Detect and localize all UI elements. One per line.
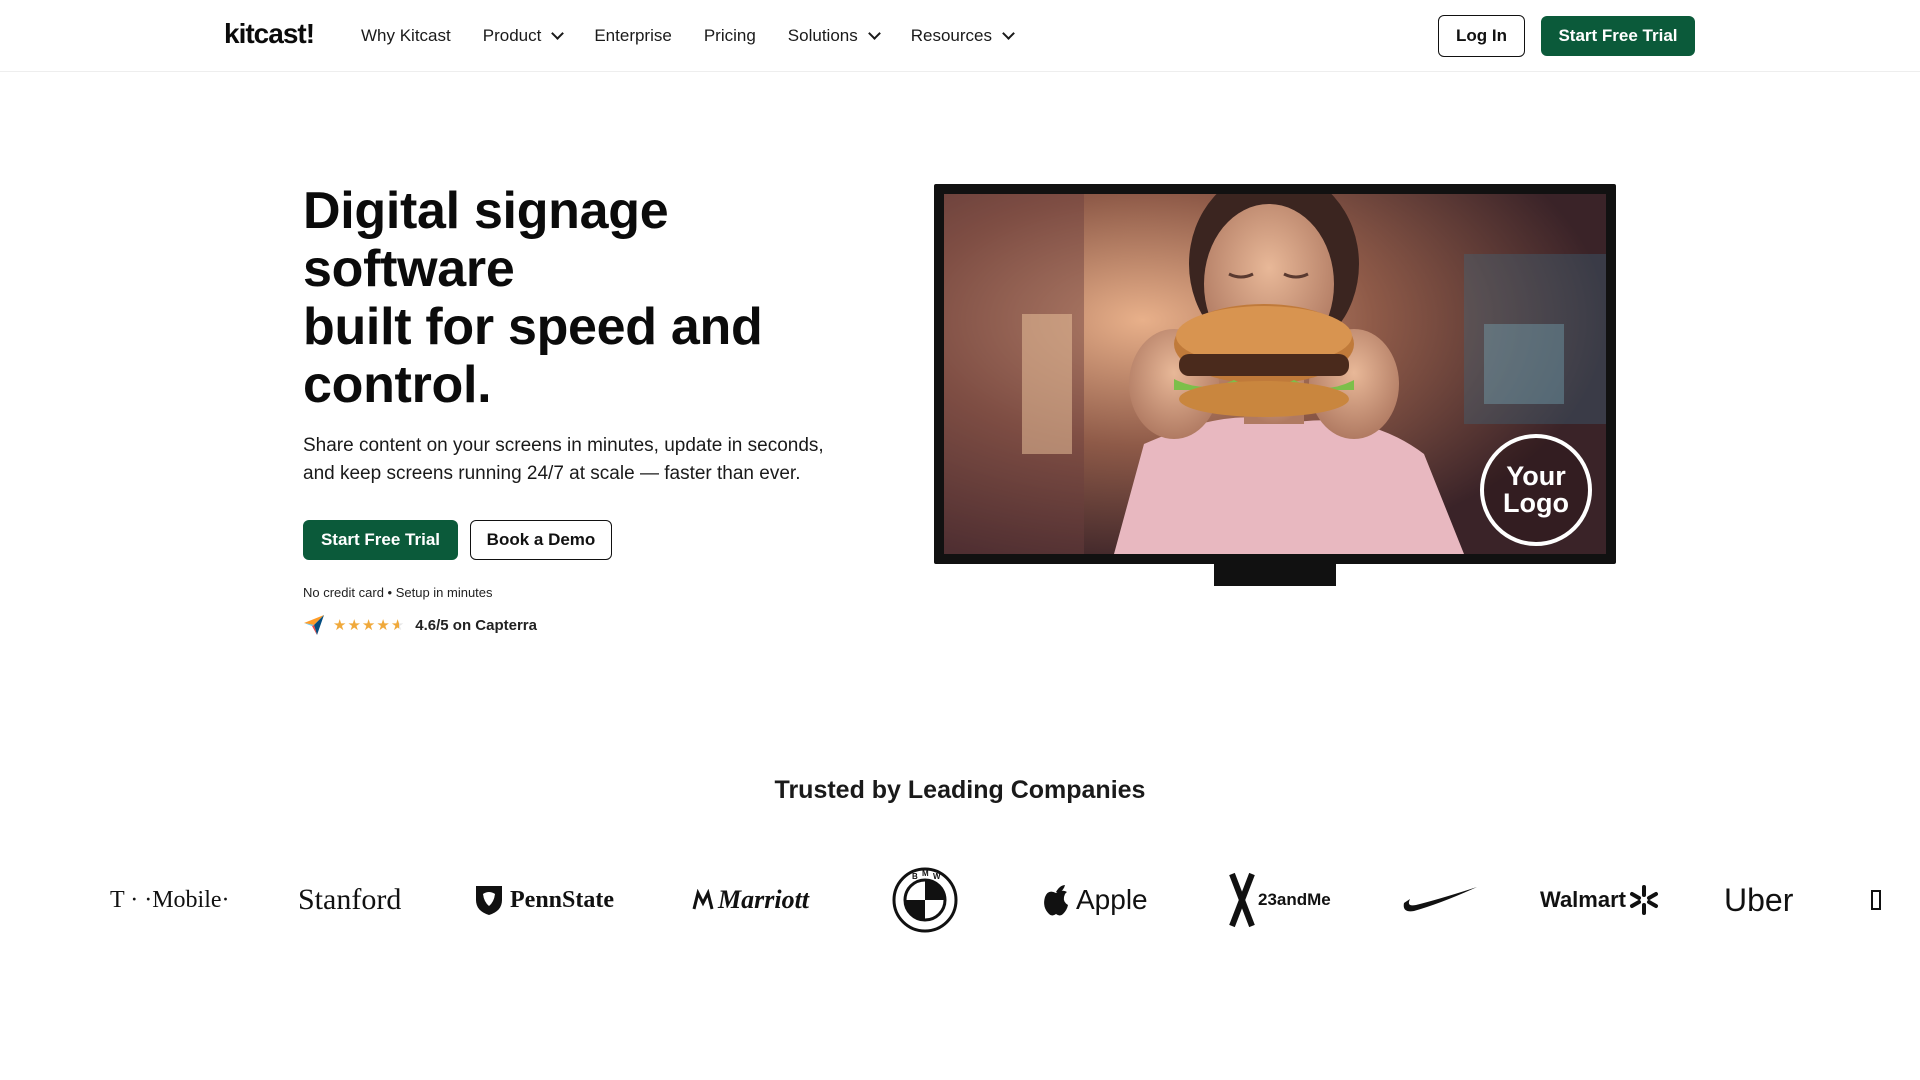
rating-stars: ★ ★ ★ ★ ★: [333, 618, 405, 633]
chevron-down-icon: [867, 27, 881, 40]
header-start-trial-button[interactable]: Start Free Trial: [1541, 16, 1695, 56]
stanford-logo: Stanford: [298, 860, 401, 940]
hero-title-line: built for speed and: [303, 298, 763, 356]
main-nav: Why Kitcast Product Enterprise Pricing S…: [361, 0, 1045, 72]
your-logo-line: Your: [1506, 461, 1566, 491]
site-header: kitcast! Why Kitcast Product Enterprise …: [0, 0, 1920, 72]
hero-title-line: Digital signage: [303, 182, 669, 240]
trusted-heading: Trusted by Leading Companies: [774, 776, 1146, 804]
walmart-logo-text: Walmart: [1540, 887, 1626, 912]
chevron-down-icon: [1002, 27, 1015, 40]
bmw-logo: B M W: [892, 860, 958, 940]
hero-subtitle-line: and keep screens running 24/7 at scale —…: [303, 463, 801, 484]
tmobile-logo-text: T · ·Mobile·: [110, 886, 230, 913]
uber-logo-text: Uber: [1724, 881, 1794, 918]
nav-pricing-label: Pricing: [703, 26, 756, 45]
walmart-spark-icon: [1629, 885, 1658, 915]
star-icon: ★: [333, 616, 347, 634]
nav-enterprise[interactable]: Enterprise: [594, 26, 671, 46]
kitcast-logo[interactable]: kitcast!: [224, 18, 315, 50]
login-button[interactable]: Log In: [1438, 15, 1525, 57]
pennstate-logo-text: PennState: [510, 886, 614, 913]
uber-logo: Uber: [1724, 860, 1793, 940]
capterra-icon: [304, 615, 324, 635]
star-icon: ★: [347, 616, 361, 634]
pennstate-logo: PennState: [474, 860, 614, 940]
star-icon: ★: [361, 616, 376, 634]
svg-text:W: W: [933, 872, 941, 881]
your-logo-line: Logo: [1503, 488, 1569, 518]
nike-swoosh-icon: [1403, 887, 1477, 912]
apple-icon: [1044, 885, 1068, 916]
nav-why-kitcast[interactable]: Why Kitcast: [361, 26, 451, 46]
hero-video[interactable]: Your Logo: [944, 194, 1606, 554]
svg-text:B: B: [912, 872, 918, 881]
tmobile-logo: T · ·Mobile·: [110, 860, 230, 940]
partial-brand-icon: [1871, 890, 1881, 910]
nav-product-label: Product: [482, 26, 542, 45]
trusted-logos-row: T · ·Mobile· Stanford PennState Marriott…: [0, 860, 1920, 940]
hero-title-line: control.: [303, 356, 492, 414]
hero-subtitle: Share content on your screens in minutes…: [303, 432, 863, 488]
23andme-logo: 23andMe: [1228, 860, 1331, 940]
hero-tv-frame: Your Logo: [934, 184, 1616, 564]
hero-start-trial-button[interactable]: Start Free Trial: [303, 520, 458, 560]
book-demo-button[interactable]: Book a Demo: [470, 520, 612, 560]
hero-note: No credit card • Setup in minutes: [303, 585, 493, 600]
partial-logo: [1870, 860, 1882, 940]
capterra-rating[interactable]: ★ ★ ★ ★ ★ 4.6/5 on Capterra: [303, 614, 537, 636]
tv-stand: [1214, 564, 1336, 586]
nike-logo: [1402, 860, 1478, 940]
marriott-logo-text: Marriott: [718, 885, 810, 914]
nav-pricing[interactable]: Pricing: [704, 26, 756, 46]
rating-text: 4.6/5 on Capterra: [415, 616, 537, 634]
nav-solutions-label: Solutions: [787, 26, 858, 45]
nav-resources-label: Resources: [910, 26, 992, 45]
marriott-mark-icon: [692, 889, 714, 910]
stanford-logo-text: Stanford: [298, 883, 402, 916]
svg-text:M: M: [922, 869, 929, 878]
nav-resources[interactable]: Resources: [910, 26, 1015, 46]
marriott-logo: Marriott: [692, 860, 809, 940]
nav-product[interactable]: Product: [482, 26, 565, 46]
bmw-roundel-icon: B M W: [892, 867, 958, 933]
nav-enterprise-label: Enterprise: [594, 26, 672, 45]
hero-subtitle-line: Share content on your screens in minutes…: [303, 435, 824, 456]
apple-logo-text: Apple: [1076, 884, 1148, 915]
23andme-helix-icon: [1229, 872, 1255, 928]
pennstate-shield-icon: [476, 886, 502, 915]
23andme-logo-text: 23andMe: [1258, 890, 1331, 909]
apple-logo: Apple: [1042, 860, 1148, 940]
star-icon: ★: [376, 616, 390, 634]
chevron-down-icon: [551, 27, 565, 40]
nav-solutions[interactable]: Solutions: [787, 26, 881, 46]
hero-title-line: software: [303, 240, 515, 298]
walmart-logo: Walmart: [1540, 860, 1659, 940]
your-logo-badge: Your Logo: [1480, 434, 1592, 546]
half-star-icon: ★: [390, 616, 405, 634]
hero-title: Digital signage software built for speed…: [303, 182, 863, 414]
nav-why-kitcast-label: Why Kitcast: [361, 26, 451, 45]
